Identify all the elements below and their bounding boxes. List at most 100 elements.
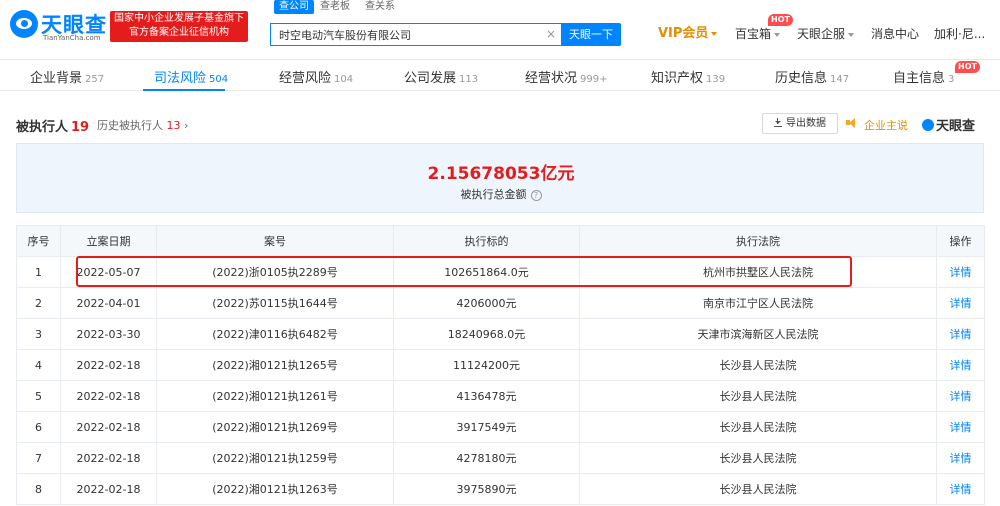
tab-label: 企业背景 — [30, 71, 83, 86]
tab-count: 257 — [85, 74, 105, 85]
section-count: 19 — [71, 120, 90, 135]
section-title: 被执行人 19 — [16, 116, 89, 135]
speaker-icon — [846, 118, 856, 128]
cell-index: 5 — [16, 380, 61, 412]
chevron-right-icon: › — [184, 119, 189, 132]
cell-date: 2022-05-07 — [60, 256, 157, 288]
search-box: × — [270, 23, 562, 46]
detail-link[interactable]: 详情 — [936, 318, 985, 350]
cell-case: (2022)苏0115执1644号 — [156, 287, 394, 319]
enterprise-label: 天眼企服 — [797, 27, 846, 41]
tab-judicial-risk[interactable]: 司法风险 504 — [154, 67, 228, 86]
tab-self-info[interactable]: 自主信息 3 — [893, 67, 954, 86]
table-row: 4 2022-02-18 (2022)湘0121执1265号 11124200元… — [16, 349, 985, 381]
table-row: 2 2022-04-01 (2022)苏0115执1644号 4206000元 … — [16, 287, 985, 319]
tab-label: 自主信息 — [893, 71, 946, 86]
col-header-date: 立案日期 — [60, 225, 157, 257]
tab-label: 知识产权 — [651, 71, 704, 86]
search-button[interactable]: 天眼一下 — [561, 23, 621, 46]
cell-index: 6 — [16, 411, 61, 443]
cell-date: 2022-02-18 — [60, 473, 157, 505]
download-icon — [774, 118, 782, 127]
cell-amount: 102651864.0元 — [393, 256, 580, 288]
question-icon[interactable]: ? — [530, 190, 542, 201]
hot-badge: HOT — [768, 14, 793, 26]
cell-case: (2022)湘0121执1259号 — [156, 442, 394, 474]
cell-date: 2022-04-01 — [60, 287, 157, 319]
search-tab-company[interactable]: 查公司 — [274, 0, 314, 14]
table-header-row: 序号 立案日期 案号 执行标的 执行法院 操作 — [16, 225, 985, 257]
chevron-down-icon — [774, 32, 781, 37]
cell-amount: 18240968.0元 — [393, 318, 580, 350]
table-row: 8 2022-02-18 (2022)湘0121执1263号 3975890元 … — [16, 473, 985, 505]
search-input[interactable] — [271, 24, 541, 45]
company-statement-link[interactable]: 企业主说 — [864, 117, 908, 133]
tab-label: 历史信息 — [775, 71, 828, 86]
cell-amount: 4206000元 — [393, 287, 580, 319]
col-header-court: 执行法院 — [579, 225, 937, 257]
detail-link[interactable]: 详情 — [936, 411, 985, 443]
tab-development[interactable]: 公司发展 113 — [404, 67, 478, 86]
tab-count: 999+ — [580, 74, 608, 85]
tab-label: 经营状况 — [525, 71, 578, 86]
gov-badge: 国家中小企业发展子基金旗下 官方备案企业征信机构 — [110, 11, 248, 42]
table-row: 5 2022-02-18 (2022)湘0121执1261号 4136478元 … — [16, 380, 985, 412]
col-header-index: 序号 — [16, 225, 61, 257]
cell-index: 8 — [16, 473, 61, 505]
treasure-label: 百宝箱 — [735, 27, 772, 41]
message-center-link[interactable]: 消息中心 — [871, 26, 919, 42]
executed-person-table: 序号 立案日期 案号 执行标的 执行法院 操作 1 2022-05-07 (20… — [16, 225, 985, 505]
tab-operations[interactable]: 经营状况 999+ — [525, 67, 607, 86]
top-bar: 天眼查 TianYanCha.com 国家中小企业发展子基金旗下 官方备案企业征… — [0, 0, 1000, 60]
summary-box: 2.15678053亿元 被执行总金额? — [16, 143, 984, 213]
tianyancha-logo[interactable]: 天眼查 TianYanCha.com — [10, 9, 106, 43]
cell-court: 南京市江宁区人民法院 — [579, 287, 937, 319]
search-tab-relation[interactable]: 查关系 — [365, 0, 395, 14]
tab-ip[interactable]: 知识产权 139 — [651, 67, 725, 86]
vip-menu[interactable]: VIP会员 — [658, 26, 718, 42]
cell-court: 长沙县人民法院 — [579, 473, 937, 505]
cell-amount: 4278180元 — [393, 442, 580, 474]
detail-link[interactable]: 详情 — [936, 256, 985, 288]
cell-case: (2022)浙0105执2289号 — [156, 256, 394, 288]
eye-logo-icon — [10, 10, 38, 38]
tab-label: 司法风险 — [154, 71, 207, 86]
cell-index: 4 — [16, 349, 61, 381]
enterprise-menu[interactable]: 天眼企服 — [797, 26, 855, 42]
section-title-label: 被执行人 — [16, 120, 69, 135]
cell-date: 2022-02-18 — [60, 442, 157, 474]
treasure-menu[interactable]: 百宝箱 — [735, 26, 781, 42]
tab-background[interactable]: 企业背景 257 — [30, 67, 104, 86]
table-row: 6 2022-02-18 (2022)湘0121执1269号 3917549元 … — [16, 411, 985, 443]
cell-case: (2022)湘0121执1265号 — [156, 349, 394, 381]
chevron-down-icon — [848, 32, 855, 37]
detail-link[interactable]: 详情 — [936, 349, 985, 381]
cell-case: (2022)湘0121执1261号 — [156, 380, 394, 412]
detail-link[interactable]: 详情 — [936, 380, 985, 412]
cell-case: (2022)湘0121执1263号 — [156, 473, 394, 505]
detail-link[interactable]: 详情 — [936, 473, 985, 505]
clear-icon[interactable]: × — [546, 27, 556, 41]
export-data-button[interactable]: 导出数据 — [762, 113, 838, 134]
cell-amount: 3917549元 — [393, 411, 580, 443]
search-tab-boss[interactable]: 查老板 — [320, 0, 350, 14]
detail-link[interactable]: 详情 — [936, 442, 985, 474]
col-header-case: 案号 — [156, 225, 394, 257]
tab-operating-risk[interactable]: 经营风险 104 — [279, 67, 353, 86]
main-tabs: 企业背景 257 司法风险 504 经营风险 104 公司发展 113 经营状况 999+… — [0, 60, 1000, 91]
history-label: 历史被执行人 — [97, 119, 163, 132]
cell-index: 2 — [16, 287, 61, 319]
table-row: 3 2022-03-30 (2022)津0116执6482号 18240968.… — [16, 318, 985, 350]
cell-date: 2022-02-18 — [60, 349, 157, 381]
user-menu[interactable]: 加利·尼... — [934, 26, 985, 42]
cell-index: 7 — [16, 442, 61, 474]
tab-history[interactable]: 历史信息 147 — [775, 67, 849, 86]
cell-court: 长沙县人民法院 — [579, 411, 937, 443]
detail-link[interactable]: 详情 — [936, 287, 985, 319]
cell-case: (2022)津0116执6482号 — [156, 318, 394, 350]
tab-count: 113 — [459, 74, 479, 85]
export-label: 导出数据 — [786, 118, 826, 129]
tab-label: 公司发展 — [404, 71, 457, 86]
hot-badge: HOT — [955, 61, 980, 73]
history-executed-link[interactable]: 历史被执行人 13 › — [97, 117, 188, 133]
